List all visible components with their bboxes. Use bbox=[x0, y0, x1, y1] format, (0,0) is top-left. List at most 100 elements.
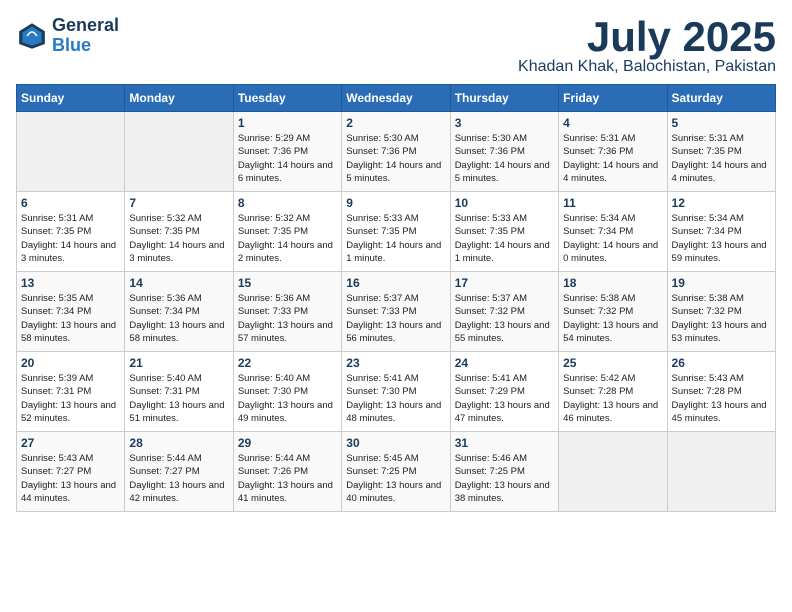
day-number: 21 bbox=[129, 356, 228, 370]
day-info: Sunrise: 5:31 AM Sunset: 7:35 PM Dayligh… bbox=[672, 132, 771, 185]
day-info: Sunrise: 5:43 AM Sunset: 7:28 PM Dayligh… bbox=[672, 372, 771, 425]
day-number: 17 bbox=[455, 276, 554, 290]
day-number: 29 bbox=[238, 436, 337, 450]
day-number: 18 bbox=[563, 276, 662, 290]
day-number: 11 bbox=[563, 196, 662, 210]
weekday-header: Friday bbox=[559, 85, 667, 112]
day-number: 27 bbox=[21, 436, 120, 450]
calendar-cell: 1Sunrise: 5:29 AM Sunset: 7:36 PM Daylig… bbox=[233, 112, 341, 192]
day-info: Sunrise: 5:32 AM Sunset: 7:35 PM Dayligh… bbox=[129, 212, 228, 265]
weekday-header: Sunday bbox=[17, 85, 125, 112]
day-info: Sunrise: 5:34 AM Sunset: 7:34 PM Dayligh… bbox=[563, 212, 662, 265]
logo-line1: General bbox=[52, 16, 119, 36]
day-number: 13 bbox=[21, 276, 120, 290]
day-number: 16 bbox=[346, 276, 445, 290]
calendar-cell: 24Sunrise: 5:41 AM Sunset: 7:29 PM Dayli… bbox=[450, 352, 558, 432]
day-number: 9 bbox=[346, 196, 445, 210]
calendar-cell: 4 Sunrise: 5:31 AM Sunset: 7:36 PM Daylig… bbox=[559, 112, 667, 192]
calendar-cell: 3 Sunrise: 5:30 AM Sunset: 7:36 PM Daylig… bbox=[450, 112, 558, 192]
weekday-header: Thursday bbox=[450, 85, 558, 112]
logo-icon bbox=[16, 20, 48, 52]
day-number: 31 bbox=[455, 436, 554, 450]
day-info: Sunrise: 5:32 AM Sunset: 7:35 PM Dayligh… bbox=[238, 212, 337, 265]
day-info: Sunrise: 5:46 AM Sunset: 7:25 PM Dayligh… bbox=[455, 452, 554, 505]
calendar-body: 1Sunrise: 5:29 AM Sunset: 7:36 PM Daylig… bbox=[17, 112, 776, 512]
day-info: Sunrise: 5:33 AM Sunset: 7:35 PM Dayligh… bbox=[455, 212, 554, 265]
calendar-week-row: 27 Sunrise: 5:43 AM Sunset: 7:27 PM Dayli… bbox=[17, 432, 776, 512]
calendar-cell: 16Sunrise: 5:37 AM Sunset: 7:33 PM Dayli… bbox=[342, 272, 450, 352]
calendar-cell: 19Sunrise: 5:38 AM Sunset: 7:32 PM Dayli… bbox=[667, 272, 775, 352]
day-info: Sunrise: 5:42 AM Sunset: 7:28 PM Dayligh… bbox=[563, 372, 662, 425]
day-number: 15 bbox=[238, 276, 337, 290]
title-block: July 2025 Khadan Khak, Balochistan, Paki… bbox=[518, 16, 776, 76]
calendar-cell bbox=[125, 112, 233, 192]
day-number: 14 bbox=[129, 276, 228, 290]
day-info: Sunrise: 5:31 AM Sunset: 7:36 PM Dayligh… bbox=[563, 132, 662, 185]
day-info: Sunrise: 5:38 AM Sunset: 7:32 PM Dayligh… bbox=[563, 292, 662, 345]
calendar-cell: 8Sunrise: 5:32 AM Sunset: 7:35 PM Daylig… bbox=[233, 192, 341, 272]
calendar-cell: 12 Sunrise: 5:34 AM Sunset: 7:34 PM Dayli… bbox=[667, 192, 775, 272]
day-number: 30 bbox=[346, 436, 445, 450]
day-number: 22 bbox=[238, 356, 337, 370]
day-number: 20 bbox=[21, 356, 120, 370]
calendar-cell: 20Sunrise: 5:39 AM Sunset: 7:31 PM Dayli… bbox=[17, 352, 125, 432]
calendar-cell: 25 Sunrise: 5:42 AM Sunset: 7:28 PM Dayli… bbox=[559, 352, 667, 432]
calendar-week-row: 13 Sunrise: 5:35 AM Sunset: 7:34 PM Dayli… bbox=[17, 272, 776, 352]
weekday-header: Wednesday bbox=[342, 85, 450, 112]
day-number: 2 bbox=[346, 116, 445, 130]
calendar-cell: 9 Sunrise: 5:33 AM Sunset: 7:35 PM Daylig… bbox=[342, 192, 450, 272]
calendar-cell: 31 Sunrise: 5:46 AM Sunset: 7:25 PM Dayli… bbox=[450, 432, 558, 512]
calendar-cell: 2 Sunrise: 5:30 AM Sunset: 7:36 PM Daylig… bbox=[342, 112, 450, 192]
day-info: Sunrise: 5:41 AM Sunset: 7:29 PM Dayligh… bbox=[455, 372, 554, 425]
day-info: Sunrise: 5:29 AM Sunset: 7:36 PM Dayligh… bbox=[238, 132, 337, 185]
calendar-cell: 26 Sunrise: 5:43 AM Sunset: 7:28 PM Dayli… bbox=[667, 352, 775, 432]
calendar-table: SundayMondayTuesdayWednesdayThursdayFrid… bbox=[16, 84, 776, 512]
calendar-cell: 11 Sunrise: 5:34 AM Sunset: 7:34 PM Dayli… bbox=[559, 192, 667, 272]
day-info: Sunrise: 5:34 AM Sunset: 7:34 PM Dayligh… bbox=[672, 212, 771, 265]
calendar-cell: 21 Sunrise: 5:40 AM Sunset: 7:31 PM Dayli… bbox=[125, 352, 233, 432]
day-info: Sunrise: 5:41 AM Sunset: 7:30 PM Dayligh… bbox=[346, 372, 445, 425]
day-info: Sunrise: 5:40 AM Sunset: 7:31 PM Dayligh… bbox=[129, 372, 228, 425]
day-info: Sunrise: 5:36 AM Sunset: 7:33 PM Dayligh… bbox=[238, 292, 337, 345]
day-number: 3 bbox=[455, 116, 554, 130]
day-info: Sunrise: 5:30 AM Sunset: 7:36 PM Dayligh… bbox=[346, 132, 445, 185]
calendar-cell: 29Sunrise: 5:44 AM Sunset: 7:26 PM Dayli… bbox=[233, 432, 341, 512]
calendar-cell: 17Sunrise: 5:37 AM Sunset: 7:32 PM Dayli… bbox=[450, 272, 558, 352]
page-header: General Blue July 2025 Khadan Khak, Balo… bbox=[16, 16, 776, 76]
calendar-cell: 7 Sunrise: 5:32 AM Sunset: 7:35 PM Daylig… bbox=[125, 192, 233, 272]
day-number: 26 bbox=[672, 356, 771, 370]
calendar-cell: 10Sunrise: 5:33 AM Sunset: 7:35 PM Dayli… bbox=[450, 192, 558, 272]
logo-line2: Blue bbox=[52, 35, 91, 55]
day-number: 4 bbox=[563, 116, 662, 130]
day-number: 5 bbox=[672, 116, 771, 130]
calendar-cell: 18 Sunrise: 5:38 AM Sunset: 7:32 PM Dayli… bbox=[559, 272, 667, 352]
day-info: Sunrise: 5:40 AM Sunset: 7:30 PM Dayligh… bbox=[238, 372, 337, 425]
day-info: Sunrise: 5:33 AM Sunset: 7:35 PM Dayligh… bbox=[346, 212, 445, 265]
day-number: 12 bbox=[672, 196, 771, 210]
logo: General Blue bbox=[16, 16, 119, 56]
calendar-cell bbox=[667, 432, 775, 512]
day-number: 23 bbox=[346, 356, 445, 370]
day-number: 6 bbox=[21, 196, 120, 210]
calendar-cell: 23 Sunrise: 5:41 AM Sunset: 7:30 PM Dayli… bbox=[342, 352, 450, 432]
day-number: 25 bbox=[563, 356, 662, 370]
day-info: Sunrise: 5:30 AM Sunset: 7:36 PM Dayligh… bbox=[455, 132, 554, 185]
calendar-cell: 14 Sunrise: 5:36 AM Sunset: 7:34 PM Dayli… bbox=[125, 272, 233, 352]
weekday-header: Monday bbox=[125, 85, 233, 112]
calendar-cell: 13 Sunrise: 5:35 AM Sunset: 7:34 PM Dayli… bbox=[17, 272, 125, 352]
day-info: Sunrise: 5:35 AM Sunset: 7:34 PM Dayligh… bbox=[21, 292, 120, 345]
calendar-week-row: 20Sunrise: 5:39 AM Sunset: 7:31 PM Dayli… bbox=[17, 352, 776, 432]
day-info: Sunrise: 5:43 AM Sunset: 7:27 PM Dayligh… bbox=[21, 452, 120, 505]
calendar-cell bbox=[17, 112, 125, 192]
calendar-week-row: 6 Sunrise: 5:31 AM Sunset: 7:35 PM Daylig… bbox=[17, 192, 776, 272]
day-info: Sunrise: 5:31 AM Sunset: 7:35 PM Dayligh… bbox=[21, 212, 120, 265]
day-number: 28 bbox=[129, 436, 228, 450]
calendar-header-row: SundayMondayTuesdayWednesdayThursdayFrid… bbox=[17, 85, 776, 112]
weekday-header: Saturday bbox=[667, 85, 775, 112]
day-number: 7 bbox=[129, 196, 228, 210]
month-title: July 2025 bbox=[518, 16, 776, 58]
calendar-cell: 15 Sunrise: 5:36 AM Sunset: 7:33 PM Dayli… bbox=[233, 272, 341, 352]
day-info: Sunrise: 5:36 AM Sunset: 7:34 PM Dayligh… bbox=[129, 292, 228, 345]
calendar-cell: 6 Sunrise: 5:31 AM Sunset: 7:35 PM Daylig… bbox=[17, 192, 125, 272]
day-info: Sunrise: 5:44 AM Sunset: 7:27 PM Dayligh… bbox=[129, 452, 228, 505]
